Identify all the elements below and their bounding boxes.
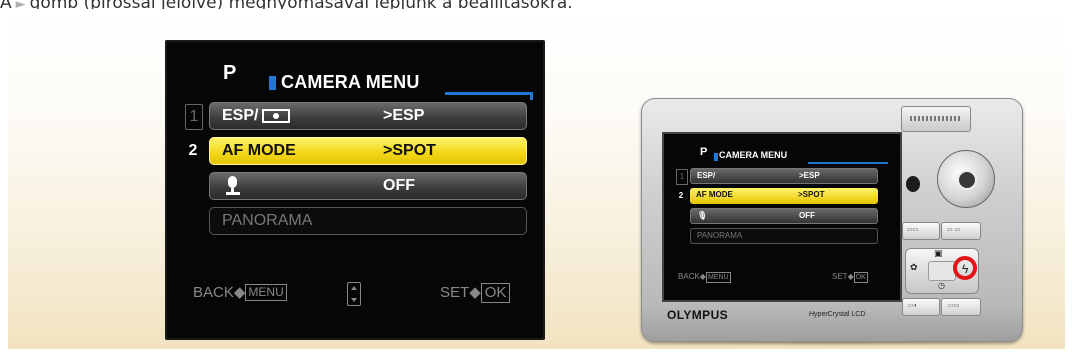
microphone-icon: 🎙	[697, 211, 708, 220]
camera-lcd-title: CAMERA MENU	[719, 150, 788, 160]
tab-marker-icon	[269, 76, 276, 90]
menu-row-value: OFF	[383, 177, 415, 194]
menu-button-glyph: MENU	[245, 284, 287, 301]
arrow-up-icon: ▣	[934, 249, 943, 259]
camera-lcd-row-panorama: PANORAMA	[690, 228, 878, 244]
camera-lcd-row-sound: 🎙 OFF	[690, 208, 878, 224]
print-button[interactable]: ▭◗	[902, 298, 940, 316]
brand-logo: OLYMPUS	[667, 308, 729, 322]
shooting-mode-label: P	[223, 62, 237, 84]
lcd-label: HyperCrystal LCD	[809, 311, 866, 318]
ok-func-button[interactable]	[928, 261, 956, 281]
page-indicator-1[interactable]: 1	[185, 104, 203, 130]
mode-dial[interactable]	[937, 150, 995, 208]
header-underline-tick	[530, 92, 533, 100]
ok-button-glyph: OK	[480, 283, 511, 303]
quick-view-button[interactable]: ▭▭	[902, 222, 940, 240]
lcd-closeup: P CAMERA MENU 1 ESP/ >ESP 2 AF MODE >SPO…	[165, 40, 545, 340]
camera-lcd-row-esp: ESP/ >ESP	[690, 168, 878, 184]
menu-row-panorama: PANORAMA	[209, 207, 527, 235]
menu-row-esp[interactable]: ESP/ >ESP	[209, 102, 527, 130]
camera-lcd-row-af-mode: AF MODE >SPOT	[690, 188, 878, 204]
highlight-circle	[953, 256, 977, 280]
menu-title: CAMERA MENU	[281, 72, 420, 92]
footer-set: SET◆ OK	[440, 283, 511, 303]
menu-row-value: >ESP	[383, 107, 425, 124]
menu-row-label: ESP/	[222, 107, 259, 124]
microphone-icon	[226, 176, 240, 195]
footer-back: BACK◆ MENU	[193, 283, 287, 301]
menu-button[interactable]: ▭ ▭	[941, 222, 981, 240]
scroll-indicator-icon	[347, 282, 361, 306]
macro-icon: ✿	[910, 263, 918, 273]
menu-row-af-mode[interactable]: AF MODE >SPOT	[209, 137, 527, 165]
menu-row-sound[interactable]: OFF	[209, 172, 527, 200]
self-timer-icon: ◷	[938, 281, 945, 290]
speaker-grille	[901, 106, 971, 132]
header-underline	[445, 92, 533, 95]
page-indicator-2[interactable]: 2	[185, 139, 201, 163]
strap-lug	[906, 176, 920, 192]
spot-metering-icon	[262, 109, 291, 123]
menu-row-label: PANORAMA	[222, 212, 313, 229]
erase-button[interactable]: ▭▭	[941, 298, 981, 316]
menu-row-label: AF MODE	[222, 142, 296, 159]
menu-row-value: >SPOT	[383, 142, 436, 159]
camera-body: P CAMERA MENU 1 ESP/ >ESP 2 AF MODE >SPO…	[641, 98, 1023, 342]
camera-lcd: P CAMERA MENU 1 ESP/ >ESP 2 AF MODE >SPO…	[662, 132, 902, 302]
